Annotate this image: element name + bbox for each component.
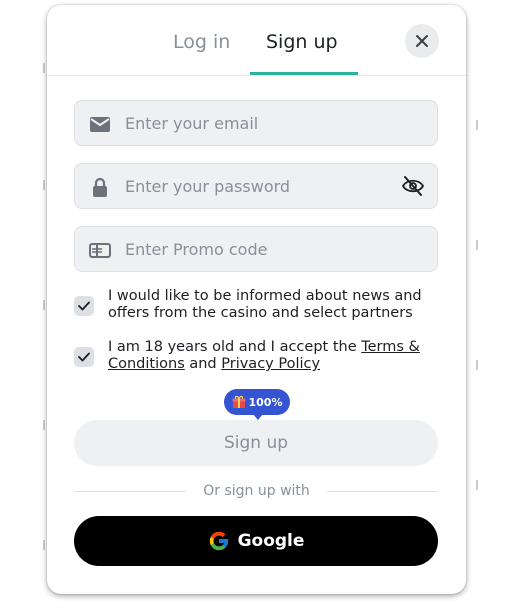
close-icon <box>416 35 428 47</box>
news-consent-row: I would like to be informed about news a… <box>74 288 438 324</box>
tab-signup[interactable]: Sign up <box>266 31 338 53</box>
email-input[interactable] <box>125 101 385 145</box>
close-button[interactable] <box>405 24 439 58</box>
tab-login[interactable]: Log in <box>173 31 230 53</box>
envelope-icon <box>90 117 110 132</box>
password-field[interactable] <box>74 163 438 209</box>
google-button-label: Google <box>237 531 305 551</box>
news-checkbox[interactable] <box>74 296 94 316</box>
terms-consent-row: I am 18 years old and I accept the Terms… <box>74 339 438 375</box>
signup-button[interactable]: Sign up <box>74 420 438 466</box>
divider-right <box>327 491 438 492</box>
eye-slash-icon[interactable] <box>401 175 425 197</box>
active-tab-indicator <box>250 72 358 75</box>
check-icon <box>78 301 90 311</box>
privacy-policy-link[interactable]: Privacy Policy <box>221 356 320 372</box>
google-icon <box>209 531 228 551</box>
check-icon <box>78 352 90 362</box>
promo-field[interactable] <box>74 226 438 272</box>
gift-icon <box>232 395 245 408</box>
terms-checkbox[interactable] <box>74 347 94 367</box>
terms-consent-text: I am 18 years old and I accept the Terms… <box>108 339 438 373</box>
google-signup-button[interactable]: Google <box>74 516 438 566</box>
promo-input[interactable] <box>125 227 385 271</box>
signup-modal: Log in Sign up Enter your email Enter Pr… <box>47 5 466 594</box>
terms-prefix: I am 18 years old and I accept the <box>108 339 362 355</box>
terms-middle: and <box>184 356 222 372</box>
promo-ticket-icon <box>89 243 111 258</box>
bonus-badge: 100% <box>224 389 290 420</box>
news-consent-text: I would like to be informed about news a… <box>108 288 422 321</box>
password-input[interactable] <box>125 164 385 208</box>
badge-text: 100% <box>248 395 283 409</box>
lock-icon <box>93 177 107 197</box>
email-field[interactable] <box>74 100 438 146</box>
auth-tabs: Log in Sign up <box>47 5 466 76</box>
